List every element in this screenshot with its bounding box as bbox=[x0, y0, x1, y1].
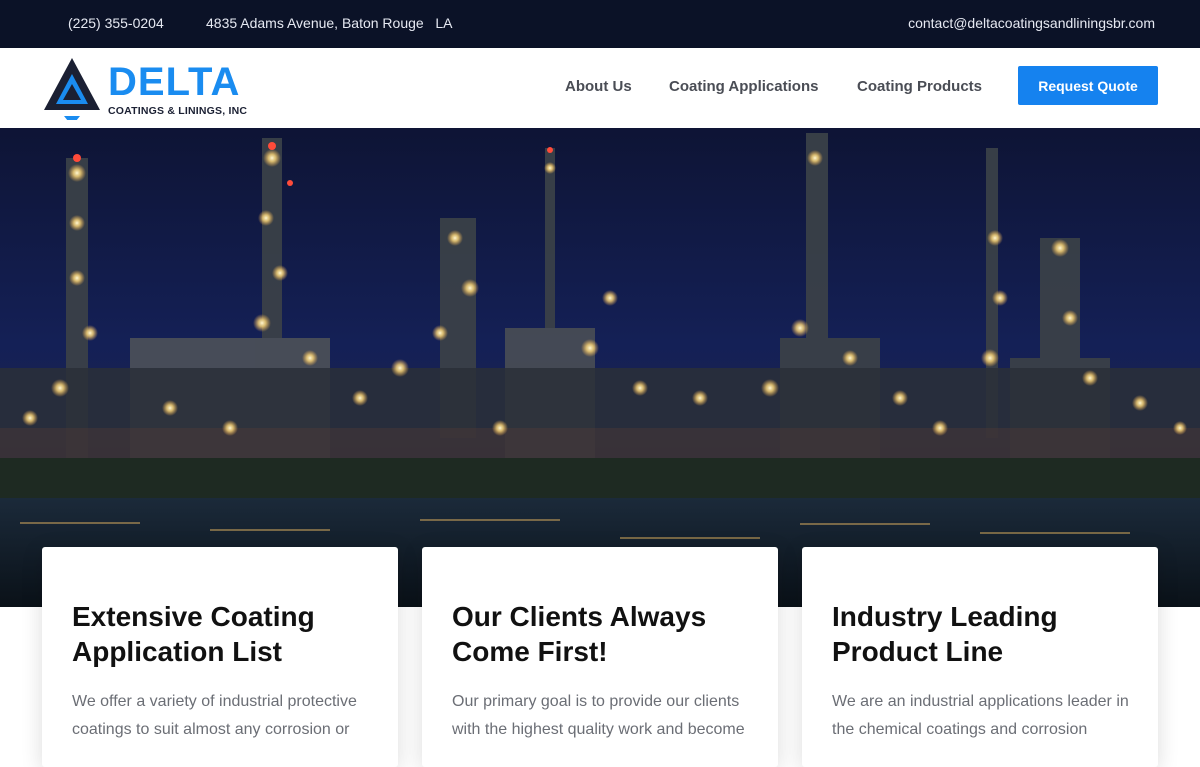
nav-item-coating-products[interactable]: Coating Products bbox=[857, 78, 982, 95]
site-logo[interactable]: DELTA COATINGS & LININGS, INC bbox=[42, 56, 282, 120]
hero-banner bbox=[0, 128, 1200, 607]
card-title: Industry Leading Product Line bbox=[832, 601, 1058, 667]
nav-item-about-us[interactable]: About Us bbox=[565, 78, 632, 95]
card-title: Extensive Coating Application List bbox=[72, 601, 315, 667]
phone-number[interactable]: (225) 355-0204 bbox=[68, 15, 164, 31]
email-link[interactable]: contact@deltacoatingsandliningsbr.com bbox=[908, 15, 1155, 31]
card-title: Our Clients Always Come First! bbox=[452, 601, 707, 667]
request-quote-button[interactable]: Request Quote bbox=[1018, 66, 1158, 105]
card-text: We are an industrial applications leader… bbox=[832, 693, 1129, 738]
address: 4835 Adams Avenue, Baton Rouge LA bbox=[206, 15, 453, 31]
nav-item-coating-applications[interactable]: Coating Applications bbox=[669, 78, 818, 95]
card-text: Our primary goal is to provide our clien… bbox=[452, 693, 745, 738]
main-navbar: DELTA COATINGS & LININGS, INC About Us C… bbox=[0, 48, 1200, 128]
delta-triangle-icon bbox=[44, 58, 100, 120]
top-contact-bar: (225) 355-0204 4835 Adams Avenue, Baton … bbox=[0, 0, 1200, 48]
feature-card-clients-first: Our Clients Always Come First! Our prima… bbox=[422, 547, 778, 767]
card-text: We offer a variety of industrial protect… bbox=[72, 693, 357, 738]
brand-tagline: COATINGS & LININGS, INC bbox=[108, 105, 248, 117]
feature-card-product-line: Industry Leading Product Line We are an … bbox=[802, 547, 1158, 767]
feature-card-coating-list: Extensive Coating Application List We of… bbox=[42, 547, 398, 767]
brand-name: DELTA bbox=[108, 60, 241, 104]
refinery-night-image bbox=[0, 133, 1200, 607]
